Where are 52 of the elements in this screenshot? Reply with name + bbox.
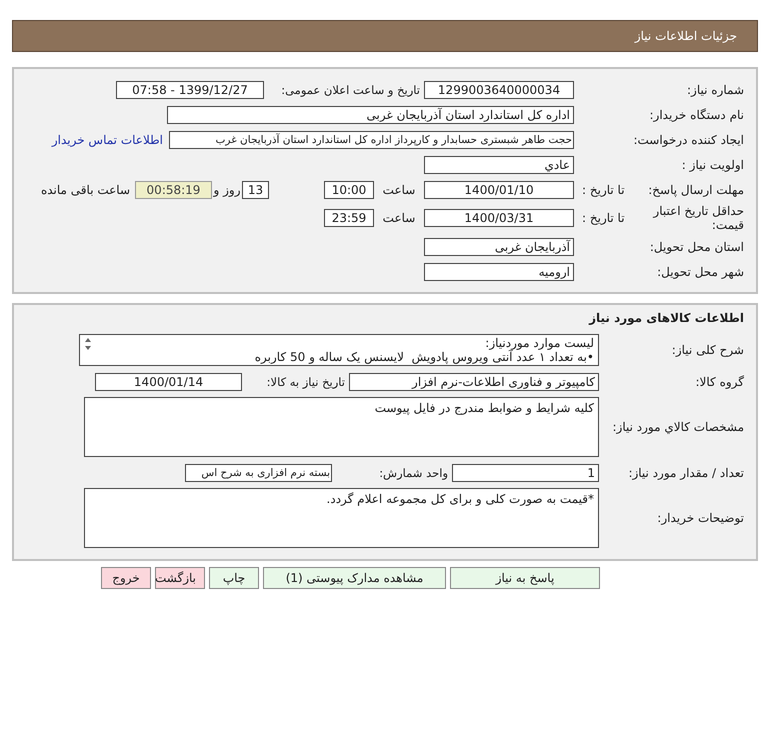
announce-date-field: 1399/12/27 - 07:58	[116, 80, 264, 98]
need-date-field: 1400/01/14	[95, 372, 242, 390]
quantity-field: 1	[452, 464, 599, 482]
need-number-field: 1299003640000034	[424, 80, 574, 98]
notes-box: *قیمت به صورت کلی و برای کل مجموعه اعلام گردد.	[84, 488, 599, 548]
validity-time-field: 23:59	[324, 209, 374, 227]
contact-link[interactable]: اطلاعات تماس خریدار	[52, 132, 163, 146]
field-label: استان محل تحویل:	[648, 240, 744, 254]
field-label: ایجاد کننده درخواست:	[632, 132, 744, 146]
field-label: تاریخ نیاز به کالا:	[266, 374, 346, 388]
field-label: توضیحات خریدار:	[656, 511, 744, 525]
action-button[interactable]: پاسخ به نیاز	[450, 567, 600, 589]
time-label: ساعت	[382, 182, 416, 196]
field-label: اولویت نیاز :	[680, 158, 744, 172]
unit-field: بسته نرم افزاری به شرح اس	[185, 464, 332, 482]
remaining-time-field: 00:58:19	[135, 180, 212, 198]
field-label: مهلت ارسال پاسخ:	[648, 182, 744, 196]
description-line: لیست موارد موردنیاز:	[484, 337, 594, 350]
field-label: شماره نیاز:	[686, 82, 744, 96]
deadline-date-field: 1400/01/10	[424, 180, 574, 198]
field-label: حداقل تاریخ اعتبار قیمت:	[652, 204, 744, 232]
action-button[interactable]: بازگشت	[155, 567, 205, 589]
field-label: واحد شمارش:	[378, 466, 449, 480]
action-button[interactable]: مشاهده مدارک پیوستی (1)	[263, 567, 446, 589]
deadline-time-field: 10:00	[324, 180, 374, 198]
requester-field: حجت طاهر شبستری حسابدار و کارپرداز اداره کل استاندارد استان آذربایجان غرب	[169, 130, 574, 148]
description-line: •به تعداد ۱ عدد آنتی ویروس پادویش لایسنس یک ساله و 50 کاربره	[254, 350, 594, 365]
field-label: تعداد / مقدار مورد نیاز:	[627, 466, 744, 480]
province-field: آذربایجان غربی	[424, 238, 574, 256]
field-label: مشخصات کالاي مورد نیاز:	[611, 420, 744, 434]
specs-box: کلیه شرایط و ضوابط مندرج در فایل پیوست	[84, 397, 599, 457]
validity-date-field: 1400/03/31	[424, 209, 574, 227]
action-button[interactable]: خروج	[101, 567, 151, 589]
field-label: نام دستگاه خریدار:	[648, 108, 744, 122]
field-label: تاریخ و ساعت اعلان عمومی:	[280, 82, 421, 96]
field-label: شرح کلی نیاز:	[670, 343, 744, 357]
page-title: جزئیات اطلاعات نیاز	[634, 29, 737, 43]
section-title: اطلاعات کالاهای مورد نیاز	[588, 310, 745, 327]
field-label: تا تاریخ :	[582, 211, 625, 225]
remaining-label: ساعت باقی مانده	[40, 182, 130, 196]
priority-field: عادي	[424, 156, 574, 174]
action-button[interactable]: چاپ	[209, 567, 259, 589]
field-label: گروه کالا:	[694, 374, 744, 388]
days-field: 13	[242, 180, 269, 198]
days-label: روز و	[212, 182, 242, 196]
goods-group-field: کامپیوتر و فناوری اطلاعات-نرم افزار	[349, 372, 599, 390]
time-label: ساعت	[382, 211, 416, 225]
field-label: شهر محل تحویل:	[656, 264, 744, 278]
field-label: تا تاریخ :	[582, 182, 625, 196]
scroll-arrows-icon[interactable]	[84, 337, 92, 351]
buyer-org-field: اداره کل استاندارد استان آذربایجان غربی	[167, 106, 574, 124]
city-field: ارومیه	[424, 262, 574, 280]
